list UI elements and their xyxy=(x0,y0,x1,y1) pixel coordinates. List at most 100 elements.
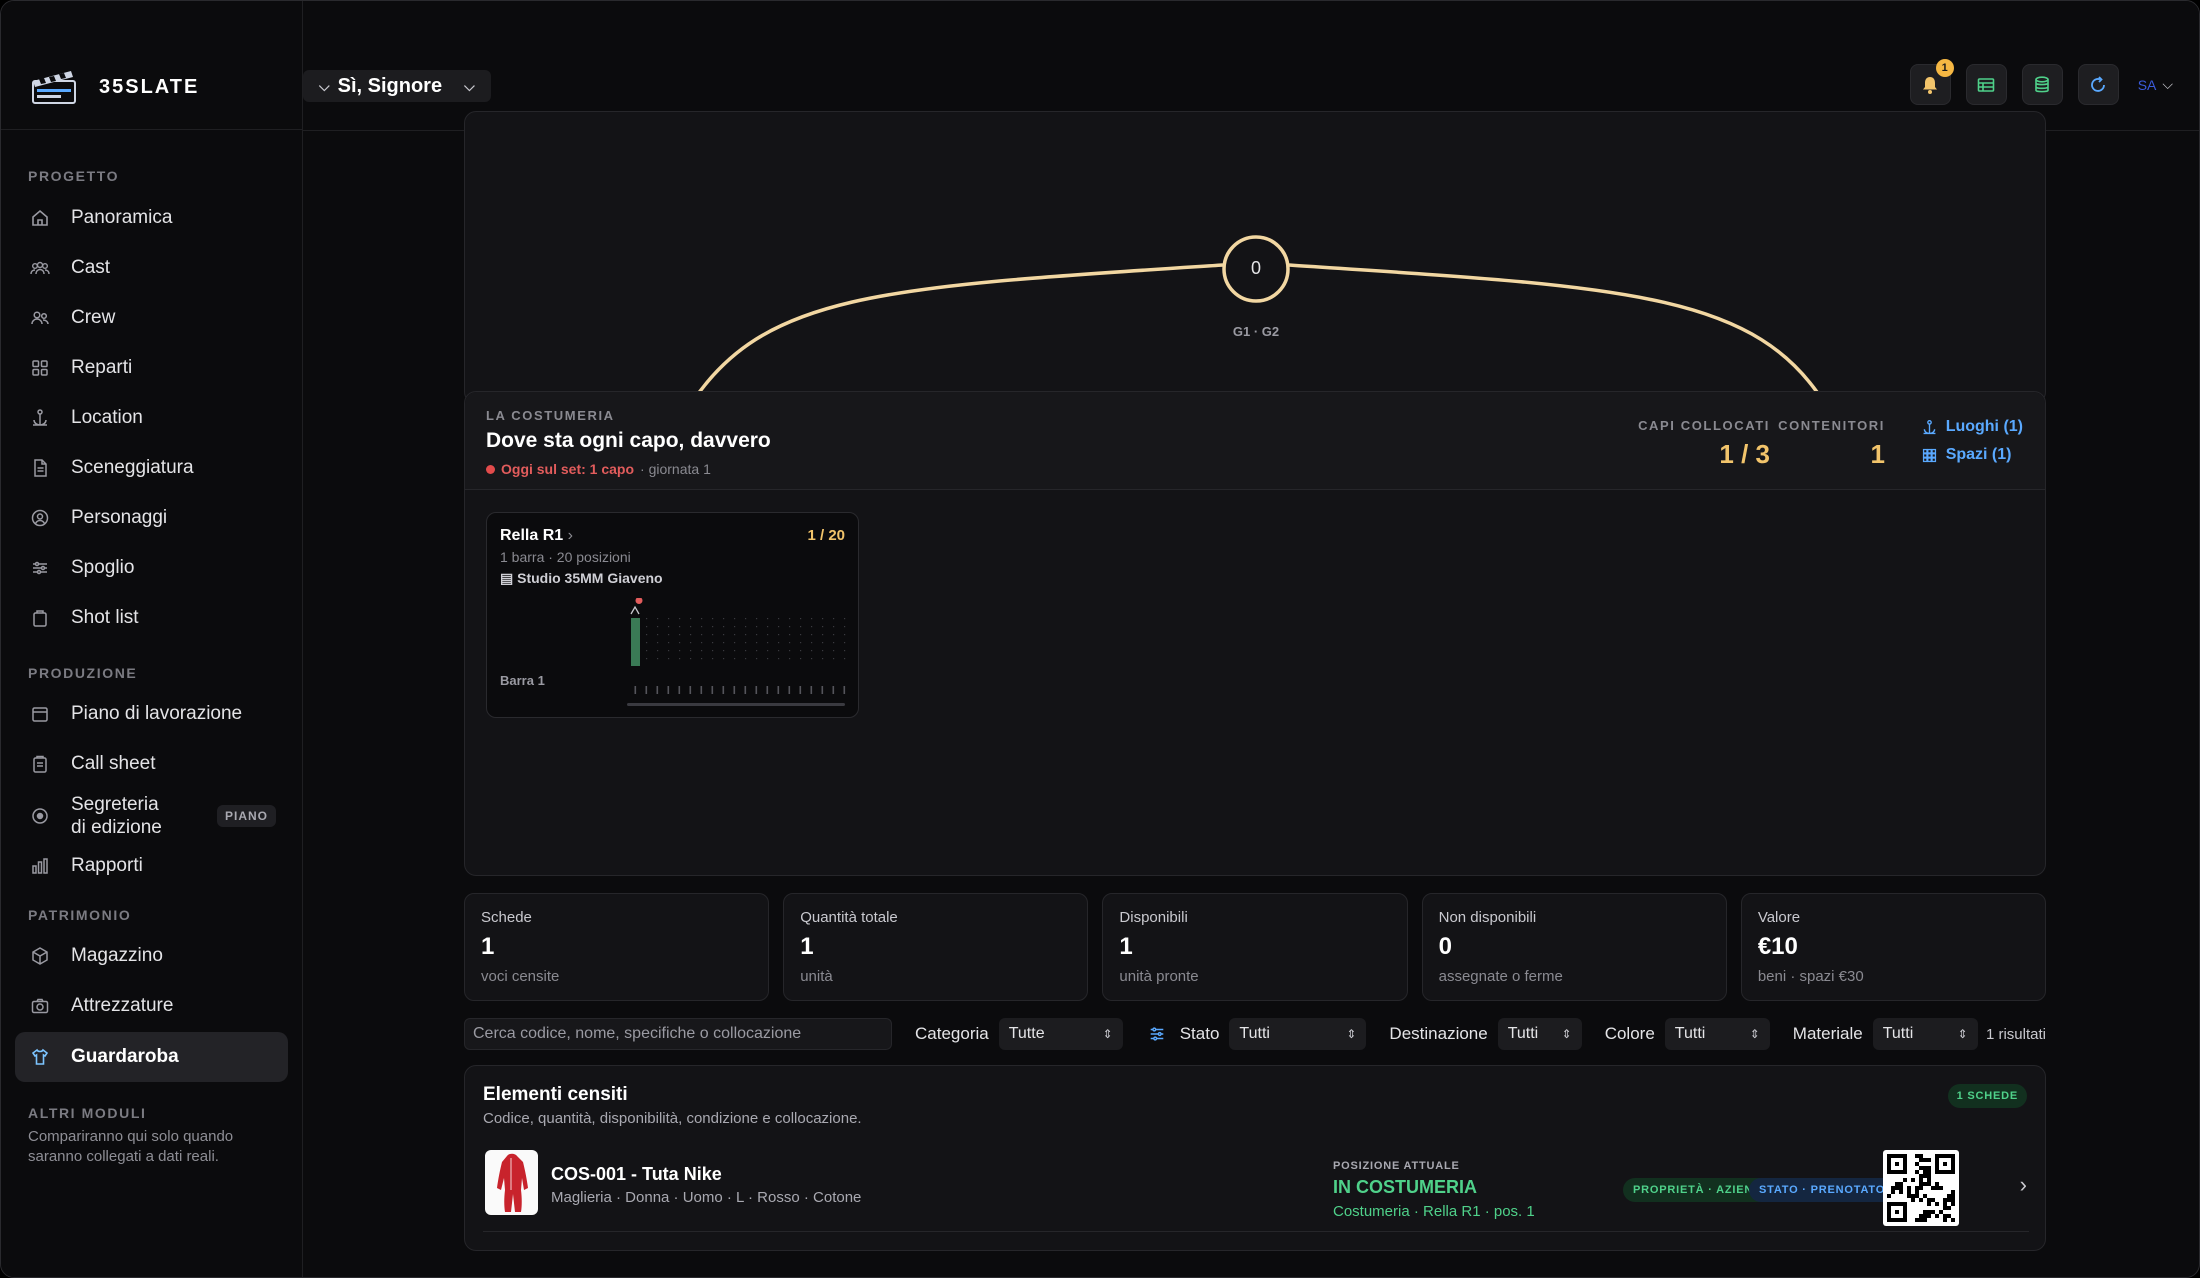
chevron-right-icon[interactable]: › xyxy=(2020,1172,2027,1198)
qr-module xyxy=(1903,1154,1907,1158)
sidebar-item-guardaroba[interactable]: Guardaroba xyxy=(15,1032,288,1082)
qr-module xyxy=(1927,1174,1931,1178)
sidebar-item-magazzino[interactable]: Magazzino xyxy=(15,931,288,981)
rack-slot[interactable] xyxy=(799,686,802,694)
rack-bar xyxy=(627,703,845,706)
rack-slot[interactable] xyxy=(733,686,736,694)
qr-code[interactable] xyxy=(1883,1150,1959,1226)
rack-grid-dot xyxy=(745,618,747,620)
notification-count: 1 xyxy=(1935,59,1954,77)
categoria-select[interactable]: Tutte ⇕ xyxy=(998,1018,1123,1050)
qr-module xyxy=(1899,1186,1903,1190)
filter-icon[interactable] xyxy=(1148,1025,1166,1043)
sidebar-item-crew[interactable]: Crew xyxy=(15,293,288,343)
rack-slot[interactable] xyxy=(766,686,769,694)
rack-slot[interactable] xyxy=(821,686,824,694)
sidebar-item-attrezzature[interactable]: Attrezzature xyxy=(15,981,288,1031)
stato-select[interactable]: Tutti ⇕ xyxy=(1229,1018,1367,1050)
search-input[interactable]: Cerca codice, nome, specifiche o colloca… xyxy=(464,1018,892,1050)
rack-grid-dot xyxy=(734,618,736,620)
rack-slot[interactable] xyxy=(788,686,791,694)
rack-grid-dot xyxy=(745,650,747,652)
sidebar-item-location[interactable]: Location xyxy=(15,393,288,443)
sidebar-item-call-sheet[interactable]: Call sheet xyxy=(15,739,288,789)
materiale-select[interactable]: Tutti ⇕ xyxy=(1872,1018,1978,1050)
sidebar-item-spoglio[interactable]: Spoglio xyxy=(15,543,288,593)
qr-module xyxy=(1919,1182,1923,1186)
rack-grid-dot xyxy=(745,626,747,628)
qr-module xyxy=(1931,1210,1935,1214)
sidebar-item-label: Magazzino xyxy=(71,945,163,966)
database-button[interactable] xyxy=(2021,64,2063,105)
rack-grid-dot xyxy=(690,642,692,644)
rack-card[interactable]: Rella R1 › 1 / 20 1 barra · 20 posizioni… xyxy=(486,512,859,718)
rack-slot[interactable] xyxy=(744,686,747,694)
rack-slot[interactable] xyxy=(711,686,714,694)
rack-slot[interactable] xyxy=(777,686,780,694)
sidebar-item-panoramica[interactable]: Panoramica xyxy=(15,193,288,243)
sidebar-item-piano-di-lavorazione[interactable]: Piano di lavorazione xyxy=(15,689,288,739)
chevron-down-icon: ⌵ xyxy=(464,77,475,94)
rack-slot[interactable] xyxy=(656,686,659,694)
destinazione-select[interactable]: Tutti ⇕ xyxy=(1497,1018,1582,1050)
rack-slot[interactable] xyxy=(722,686,725,694)
updown-icon: ⇕ xyxy=(1957,1027,1968,1041)
rack-slot[interactable] xyxy=(832,686,835,694)
rack-grid-dot xyxy=(701,626,703,628)
rack-slot[interactable] xyxy=(810,686,813,694)
luoghi-link[interactable]: Luoghi (1) xyxy=(1921,418,2023,436)
rack-grid-dot xyxy=(723,658,725,660)
rack-grid-dot xyxy=(646,618,648,620)
occupied-slot[interactable] xyxy=(631,618,640,666)
rack-slot[interactable] xyxy=(645,686,648,694)
rack-slot[interactable] xyxy=(700,686,703,694)
chevron-down-icon: ⌵ xyxy=(2162,76,2173,92)
user-menu[interactable]: SA ⌵ xyxy=(2138,76,2173,93)
costumeria-kicker: LA COSTUMERIA xyxy=(486,408,615,423)
metric-hint: assegnate o ferme xyxy=(1438,968,1563,985)
rack-grid-dot xyxy=(690,618,692,620)
divider xyxy=(1,129,303,130)
qr-module xyxy=(1943,1214,1947,1218)
rack-grid-dot xyxy=(789,650,791,652)
rack-grid-dot xyxy=(712,626,714,628)
qr-module xyxy=(1923,1174,1927,1178)
metrics-row: Schede 1 voci censite Quantità totale 1 … xyxy=(464,893,2047,1001)
rack-slot[interactable] xyxy=(689,686,692,694)
qr-module xyxy=(1895,1218,1899,1222)
sidebar-item-shot-list[interactable]: Shot list xyxy=(15,593,288,643)
sidebar-item-sceneggiatura[interactable]: Sceneggiatura xyxy=(15,443,288,493)
sidebar-item-reparti[interactable]: Reparti xyxy=(15,343,288,393)
sidebar-item-label-line1: Segreteria xyxy=(71,794,159,815)
spazi-link[interactable]: Spazi (1) xyxy=(1921,446,2023,464)
notifications-button[interactable]: 1 xyxy=(1909,59,1954,105)
rack-grid-dot xyxy=(712,658,714,660)
refresh-button[interactable] xyxy=(2077,64,2119,105)
brand[interactable]: 35SLATE xyxy=(27,67,199,107)
qr-module xyxy=(1899,1182,1903,1186)
rack-grid-dot xyxy=(844,626,846,628)
qr-module xyxy=(1895,1154,1899,1158)
qr-module xyxy=(1951,1154,1955,1158)
rack-slot[interactable] xyxy=(755,686,758,694)
colore-select[interactable]: Tutti ⇕ xyxy=(1664,1018,1770,1050)
rack-grid-dot xyxy=(800,642,802,644)
rack-grid-dot xyxy=(668,626,670,628)
list-item[interactable]: COS-001 - Tuta Nike Maglieria · Donna · … xyxy=(483,1150,2029,1232)
sidebar-item-personaggi[interactable]: Personaggi xyxy=(15,493,288,543)
metric-label: Schede xyxy=(481,909,532,926)
sidebar-item-label: Call sheet xyxy=(71,753,156,774)
metric-hint: voci censite xyxy=(481,968,560,985)
qr-module xyxy=(1887,1206,1891,1210)
rack-grid-dot xyxy=(767,634,769,636)
sidebar-item-cast[interactable]: Cast xyxy=(15,243,288,293)
rack-slot[interactable] xyxy=(667,686,670,694)
table-view-button[interactable] xyxy=(1965,64,2007,105)
sidebar-item-segreteria-di-edizione[interactable]: Segreteria di edizione PIANO xyxy=(15,790,288,842)
rack-slot[interactable] xyxy=(843,686,846,694)
rack-slot[interactable] xyxy=(634,686,637,694)
rack-grid-dot xyxy=(646,634,648,636)
sidebar-item-rapporti[interactable]: Rapporti xyxy=(15,841,288,891)
rack-slot[interactable] xyxy=(678,686,681,694)
project-selector[interactable]: ⌵ Sì, Signore ⌵ xyxy=(303,70,491,102)
